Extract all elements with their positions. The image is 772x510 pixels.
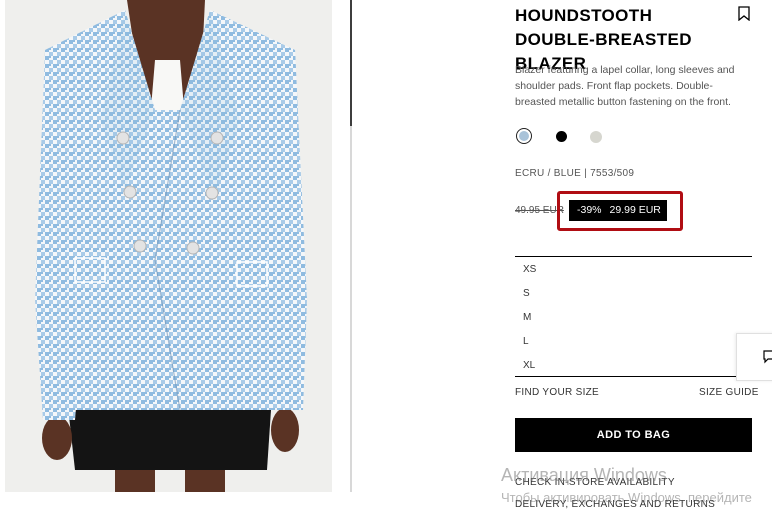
size-option[interactable]: L <box>523 336 529 347</box>
size-selector: XS S M L XL <box>515 256 752 377</box>
product-description: Blazer featuring a lapel collar, long sl… <box>515 64 735 108</box>
size-guide-link[interactable]: SIZE GUIDE <box>699 387 759 398</box>
find-your-size-link[interactable]: FIND YOUR SIZE <box>515 387 599 398</box>
size-option[interactable]: M <box>523 312 531 323</box>
bookmark-icon[interactable] <box>738 6 750 21</box>
image-scroll-thumb[interactable] <box>350 0 352 126</box>
windows-watermark-title: Активация Windows <box>501 465 667 485</box>
product-image[interactable] <box>5 0 332 492</box>
windows-watermark-subtitle: Чтобы активировать Windows, перейдите <box>501 490 752 505</box>
size-option[interactable]: XL <box>523 360 535 371</box>
size-option[interactable]: S <box>523 288 530 299</box>
color-reference: ECRU / BLUE | 7553/509 <box>515 168 635 179</box>
color-swatch-black[interactable] <box>556 131 567 142</box>
add-to-bag-button[interactable]: ADD TO BAG <box>515 418 752 452</box>
price-highlight-box <box>557 191 683 231</box>
color-swatch-ecru[interactable] <box>590 131 602 143</box>
color-swatch-ecru-blue[interactable] <box>516 128 532 144</box>
chat-icon <box>763 350 772 364</box>
size-option[interactable]: XS <box>523 264 536 275</box>
blazer-photo <box>5 0 332 492</box>
chat-widget[interactable] <box>736 333 772 381</box>
